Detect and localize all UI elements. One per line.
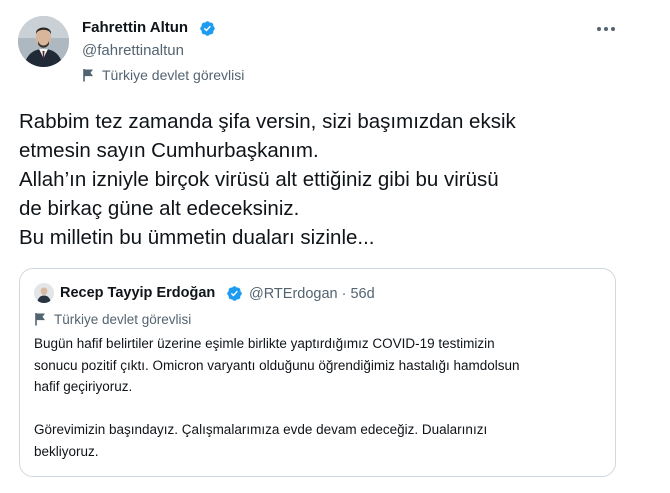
author-avatar[interactable]	[18, 16, 69, 67]
tweet-text-line: Allah’ın izniyle birçok virüsü alt ettiğ…	[19, 168, 499, 191]
quoted-author-handle: @RTErdogan · 56d	[249, 286, 375, 302]
tweet-text-line: Rabbim tez zamanda şifa versin, sizi baş…	[19, 110, 516, 133]
quoted-tweet-card[interactable]: Recep Tayyip Erdoğan @RTErdogan · 56d Tü…	[19, 268, 616, 477]
tweet-container: Fahrettin Altun @fahrettinaltun Türkiye …	[0, 0, 670, 493]
quoted-text-line: Bugün hafif belirtiler üzerine eşimle bi…	[34, 336, 495, 351]
flag-icon	[83, 69, 93, 82]
flag-icon	[35, 313, 45, 326]
quoted-gov-label-row: Türkiye devlet görevlisi	[34, 310, 191, 328]
tweet-text-line: etmesin sayın Cumhurbaşkanım.	[19, 139, 319, 162]
more-button[interactable]	[592, 18, 620, 40]
gov-label: Türkiye devlet görevlisi	[102, 67, 245, 83]
quoted-author-avatar	[34, 283, 54, 303]
quoted-text-line	[34, 398, 609, 420]
verified-badge-icon	[200, 21, 215, 36]
tweet-text-line: Bu milletin bu ümmetin duaları sizinle..…	[19, 226, 375, 249]
gov-label-row: Türkiye devlet görevlisi	[82, 66, 244, 84]
author-handle[interactable]: @fahrettinaltun	[82, 42, 184, 59]
author-name[interactable]: Fahrettin Altun	[82, 19, 188, 36]
tweet-text: Rabbim tez zamanda şifa versin, sizi baş…	[19, 107, 649, 252]
tweet-text-line: de birkaç güne alt edeceksiniz.	[19, 197, 300, 220]
quoted-text-line: sonucu pozitif çıktı. Omicron varyantı o…	[34, 357, 520, 373]
quoted-tweet-text: Bugün hafif belirtiler üzerine eşimle bi…	[34, 333, 609, 462]
quoted-author-name: Recep Tayyip Erdoğan	[60, 285, 216, 301]
quoted-gov-label: Türkiye devlet görevlisi	[54, 311, 192, 327]
quoted-text-line: bekliyoruz.	[34, 443, 99, 459]
more-icon	[597, 27, 615, 31]
quoted-text-line: hafif geçiriyoruz.	[34, 379, 133, 394]
quoted-text-line: Görevimizin başındayız. Çalışmalarımıza …	[34, 422, 488, 437]
verified-badge-icon	[227, 286, 242, 301]
